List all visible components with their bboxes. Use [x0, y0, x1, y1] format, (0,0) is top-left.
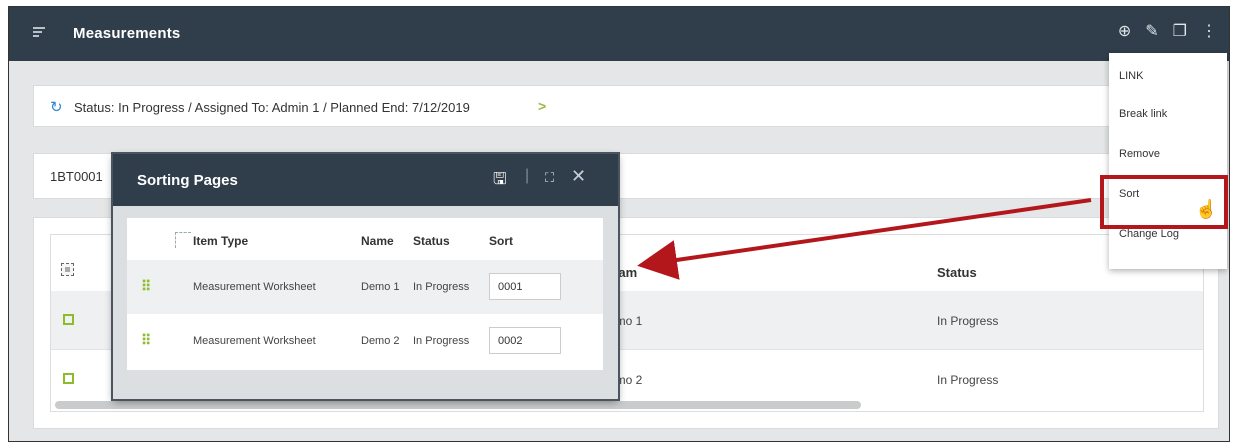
- add-icon[interactable]: ⊕: [1118, 21, 1131, 41]
- more-icon[interactable]: ⋮: [1201, 21, 1217, 41]
- app-window: Measurements ⊕ ✎ ❐ ⋮ ↻ Status: In Progre…: [8, 6, 1230, 442]
- row-name: Demo 2: [361, 335, 400, 347]
- page-title: Measurements: [73, 25, 181, 42]
- top-bar: Measurements ⊕ ✎ ❐ ⋮: [9, 7, 1229, 61]
- dialog-row[interactable]: ⠿ Measurement Worksheet Demo 1 In Progre…: [127, 260, 603, 314]
- dialog-table-header: Item Type Name Status Sort: [127, 218, 603, 260]
- progress-icon: ↻: [50, 99, 63, 116]
- sorting-pages-dialog: Sorting Pages 🖫 | ⛶ ✕ Item Type Name Sta…: [113, 154, 618, 399]
- drag-handle-icon[interactable]: ⠿: [141, 332, 151, 349]
- expand-icon[interactable]: ⛶: [545, 170, 554, 186]
- toolbar-actions: ⊕ ✎ ❐ ⋮: [1118, 21, 1217, 41]
- status-bar: ↻ Status: In Progress / Assigned To: Adm…: [33, 85, 1219, 127]
- save-icon[interactable]: 🖫: [493, 168, 507, 195]
- column-header-status: Status: [413, 234, 450, 248]
- sort-order-input[interactable]: 0002: [489, 327, 561, 354]
- dialog-row[interactable]: ⠿ Measurement Worksheet Demo 2 In Progre…: [127, 314, 603, 368]
- dialog-title: Sorting Pages: [137, 172, 238, 189]
- dialog-header: Sorting Pages 🖫 | ⛶ ✕: [113, 154, 618, 206]
- row-item-type: Measurement Worksheet: [193, 335, 316, 347]
- row-status: In Progress: [413, 281, 470, 293]
- close-icon[interactable]: ✕: [571, 166, 586, 187]
- column-header-name: Name: [361, 234, 394, 248]
- hand-cursor-icon: ☝: [1195, 199, 1218, 219]
- menu-item-break-link[interactable]: Break link: [1109, 95, 1227, 133]
- menu-item-remove[interactable]: Remove: [1109, 135, 1227, 173]
- record-id: 1BT0001: [50, 169, 103, 184]
- row-checkbox[interactable]: [63, 314, 74, 325]
- row-status: In Progress: [937, 314, 999, 328]
- divider: |: [525, 167, 530, 184]
- sort-order-input[interactable]: 0001: [489, 273, 561, 300]
- column-header-sort: Sort: [489, 234, 513, 248]
- row-status: In Progress: [413, 335, 470, 347]
- row-checkbox[interactable]: [63, 373, 74, 384]
- chevron-right-icon[interactable]: >: [538, 98, 546, 114]
- drag-handle-icon[interactable]: ⠿: [141, 278, 151, 295]
- menu-item-link[interactable]: LINK: [1109, 57, 1227, 95]
- edit-icon[interactable]: ✎: [1145, 21, 1158, 41]
- horizontal-scrollbar[interactable]: [55, 401, 861, 409]
- hamburger-icon[interactable]: [33, 27, 45, 39]
- dialog-table: Item Type Name Status Sort ⠿ Measurement…: [127, 218, 603, 370]
- copy-icon[interactable]: ❐: [1173, 21, 1187, 41]
- item-type-icon: [175, 232, 191, 248]
- status-text: Status: In Progress / Assigned To: Admin…: [74, 100, 470, 115]
- row-status: In Progress: [937, 373, 999, 387]
- actions-dropdown-menu: LINK Break link Remove Sort Change Log: [1109, 53, 1227, 269]
- select-all-checkbox[interactable]: [61, 263, 74, 276]
- column-header-item-type: Item Type: [193, 234, 249, 248]
- row-name: Demo 1: [361, 281, 400, 293]
- column-header-status[interactable]: Status: [937, 265, 977, 280]
- row-item-type: Measurement Worksheet: [193, 281, 316, 293]
